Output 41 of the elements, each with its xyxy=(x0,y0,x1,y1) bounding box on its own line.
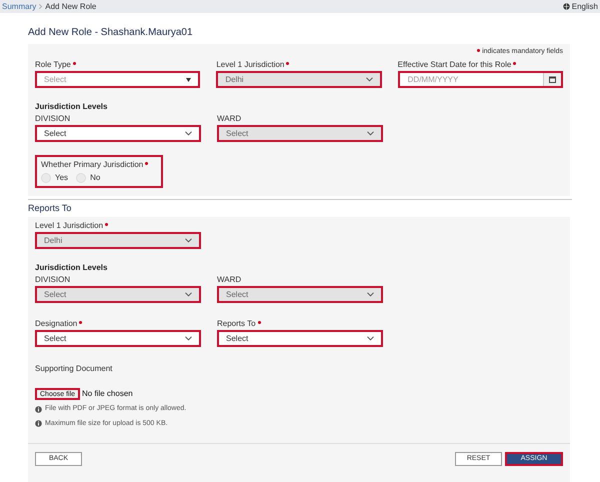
field-label: Supporting Document xyxy=(35,364,114,374)
chevron-icon xyxy=(366,77,373,82)
file-status: No file chosen xyxy=(82,388,133,400)
field-label: Whether Primary Jurisdiction xyxy=(41,160,144,170)
caret-icon xyxy=(186,78,192,82)
field-label: Designation xyxy=(35,318,78,328)
breadcrumb-current: Add New Role xyxy=(45,0,96,12)
calendar-icon xyxy=(548,76,556,83)
globe-icon xyxy=(562,3,570,10)
chevron-icon xyxy=(367,292,374,297)
chevron-icon xyxy=(185,292,192,297)
select-field[interactable]: Select xyxy=(37,332,199,345)
field-label: Level 1 Jurisdiction xyxy=(216,60,284,70)
page-title: Add New Role - Shashank.Maurya01 xyxy=(28,27,194,39)
radio-option[interactable]: Yes xyxy=(41,172,68,184)
chevron-icon xyxy=(185,131,192,136)
select-field[interactable]: Select xyxy=(37,127,199,140)
section-title: Reports To xyxy=(28,203,72,214)
radio-option[interactable]: No xyxy=(76,172,100,184)
section-heading: Jurisdiction Levels xyxy=(35,263,108,273)
field-label: Role Type xyxy=(35,60,71,70)
select-field[interactable]: Select xyxy=(219,332,381,345)
chevron-icon xyxy=(185,238,192,243)
info-icon xyxy=(35,406,42,413)
chevron-icon xyxy=(185,336,192,341)
field-label: Reports To xyxy=(217,318,256,328)
field-label: DIVISION xyxy=(35,274,70,284)
chevron-icon xyxy=(367,336,374,341)
chevron-icon xyxy=(367,131,374,136)
calendar-button[interactable] xyxy=(542,73,561,86)
field-label: WARD xyxy=(217,274,242,284)
field-label: Level 1 Jurisdiction xyxy=(35,220,104,230)
separator-icon xyxy=(39,4,42,9)
breadcrumb-link[interactable]: Summary xyxy=(2,0,36,12)
info-icon xyxy=(35,420,42,428)
field-label: WARD xyxy=(217,114,242,124)
required-icon xyxy=(477,49,480,52)
language-button[interactable]: English xyxy=(562,0,598,12)
field-label: DIVISION xyxy=(35,114,70,124)
field-label: Effective Start Date for this Role xyxy=(398,60,512,70)
section-heading: Jurisdiction Levels xyxy=(35,102,108,112)
